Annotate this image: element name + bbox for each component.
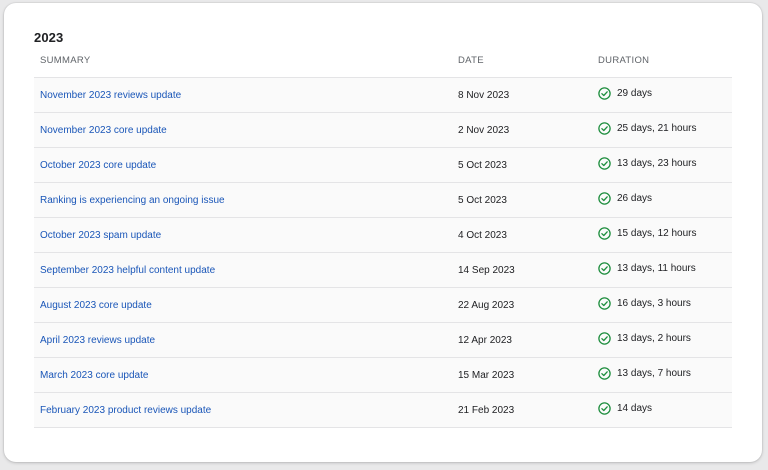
summary-cell: Ranking is experiencing an ongoing issue [34,182,452,218]
date-cell: 4 Oct 2023 [452,217,592,253]
check-circle-icon [598,332,611,345]
date-cell: 21 Feb 2023 [452,392,592,428]
date-cell: 8 Nov 2023 [452,77,592,113]
table-row: November 2023 reviews update 8 Nov 2023 … [34,77,732,113]
summary-cell: October 2023 core update [34,147,452,183]
duration-wrap: 29 days [598,87,652,100]
date-cell: 22 Aug 2023 [452,287,592,323]
summary-cell: November 2023 core update [34,112,452,148]
duration-text: 13 days, 23 hours [617,158,697,169]
column-header-date: DATE [458,55,484,66]
incident-link[interactable]: Ranking is experiencing an ongoing issue [40,195,225,206]
table-row: Ranking is experiencing an ongoing issue… [34,182,732,218]
check-circle-icon [598,87,611,100]
table-header-row: SUMMARY DATE DURATION [34,53,732,78]
incident-link[interactable]: September 2023 helpful content update [40,265,215,276]
column-header-duration: DURATION [598,55,650,66]
table-header: SUMMARY DATE DURATION [34,53,732,78]
date-cell: 5 Oct 2023 [452,182,592,218]
duration-text: 25 days, 21 hours [617,123,697,134]
incident-history-card: 2023 SUMMARY DATE DURATION November 2023… [4,3,762,462]
date-cell: 14 Sep 2023 [452,252,592,288]
column-header-summary: SUMMARY [40,55,91,66]
check-circle-icon [598,402,611,415]
summary-cell: October 2023 spam update [34,217,452,253]
date-cell: 2 Nov 2023 [452,112,592,148]
check-circle-icon [598,122,611,135]
table-row: September 2023 helpful content update 14… [34,252,732,288]
duration-cell: 13 days, 11 hours [592,252,732,288]
table-row: February 2023 product reviews update 21 … [34,392,732,428]
duration-wrap: 13 days, 23 hours [598,157,697,170]
date-cell: 5 Oct 2023 [452,147,592,183]
incident-link[interactable]: April 2023 reviews update [40,335,155,346]
date-cell: 15 Mar 2023 [452,357,592,393]
summary-cell: February 2023 product reviews update [34,392,452,428]
duration-cell: 26 days [592,182,732,218]
summary-cell: August 2023 core update [34,287,452,323]
incident-table: SUMMARY DATE DURATION November 2023 revi… [34,53,732,428]
duration-text: 29 days [617,88,653,99]
duration-cell: 13 days, 7 hours [592,357,732,393]
table-row: October 2023 core update 5 Oct 2023 13 d… [34,147,732,183]
duration-cell: 25 days, 21 hours [592,112,732,148]
incident-link[interactable]: October 2023 spam update [40,230,161,241]
table-body: November 2023 reviews update 8 Nov 2023 … [34,77,732,428]
duration-text: 13 days, 11 hours [617,263,696,274]
summary-cell: March 2023 core update [34,357,452,393]
duration-wrap: 15 days, 12 hours [598,227,697,240]
duration-wrap: 13 days, 7 hours [598,367,691,380]
incident-link[interactable]: March 2023 core update [40,370,148,381]
duration-text: 26 days [617,193,653,204]
duration-wrap: 13 days, 11 hours [598,262,696,275]
duration-cell: 16 days, 3 hours [592,287,732,323]
check-circle-icon [598,227,611,240]
duration-text: 13 days, 7 hours [617,368,691,379]
duration-cell: 15 days, 12 hours [592,217,732,253]
check-circle-icon [598,367,611,380]
duration-text: 16 days, 3 hours [617,298,691,309]
check-circle-icon [598,192,611,205]
duration-wrap: 14 days [598,402,652,415]
duration-text: 13 days, 2 hours [617,333,691,344]
summary-cell: April 2023 reviews update [34,322,452,358]
summary-cell: September 2023 helpful content update [34,252,452,288]
incident-link[interactable]: November 2023 reviews update [40,90,181,101]
summary-cell: November 2023 reviews update [34,77,452,113]
table-row: October 2023 spam update 4 Oct 2023 15 d… [34,217,732,253]
duration-wrap: 16 days, 3 hours [598,297,691,310]
duration-wrap: 13 days, 2 hours [598,332,691,345]
table-row: March 2023 core update 15 Mar 2023 13 da… [34,357,732,393]
table-row: August 2023 core update 22 Aug 2023 16 d… [34,287,732,323]
incident-link[interactable]: October 2023 core update [40,160,156,171]
duration-wrap: 26 days [598,192,652,205]
duration-text: 14 days [617,403,653,414]
year-heading: 2023 [34,30,64,45]
check-circle-icon [598,262,611,275]
incident-link[interactable]: August 2023 core update [40,300,152,311]
duration-cell: 14 days [592,392,732,428]
duration-text: 15 days, 12 hours [617,228,697,239]
duration-cell: 13 days, 2 hours [592,322,732,358]
duration-wrap: 25 days, 21 hours [598,122,697,135]
duration-cell: 29 days [592,77,732,113]
date-cell: 12 Apr 2023 [452,322,592,358]
incident-link[interactable]: February 2023 product reviews update [40,405,211,416]
duration-cell: 13 days, 23 hours [592,147,732,183]
check-circle-icon [598,157,611,170]
table-row: November 2023 core update 2 Nov 2023 25 … [34,112,732,148]
incident-link[interactable]: November 2023 core update [40,125,167,136]
table-row: April 2023 reviews update 12 Apr 2023 13… [34,322,732,358]
check-circle-icon [598,297,611,310]
